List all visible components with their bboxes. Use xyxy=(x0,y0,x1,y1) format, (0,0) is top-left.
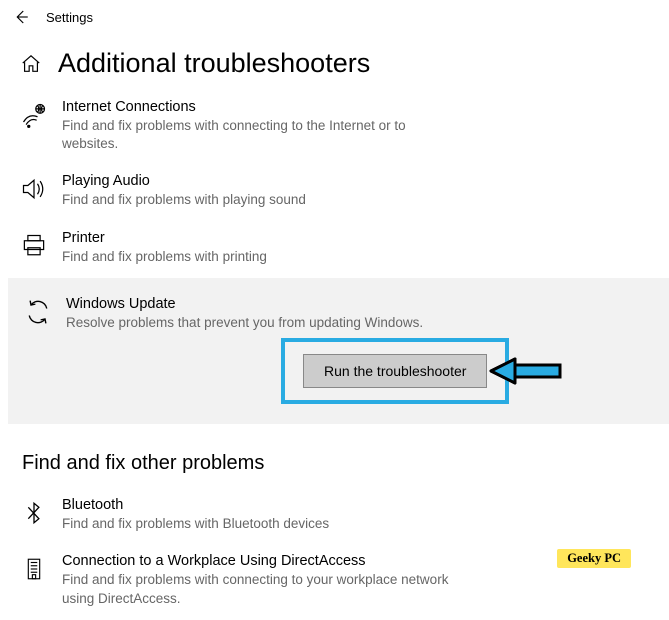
troubleshooter-text: Connection to a Workplace Using DirectAc… xyxy=(62,553,452,607)
troubleshooter-desc: Find and fix problems with playing sound xyxy=(62,191,306,209)
troubleshooter-desc: Find and fix problems with Bluetooth dev… xyxy=(62,515,329,533)
troubleshooter-title: Printer xyxy=(62,230,267,246)
settings-label: Settings xyxy=(46,10,93,25)
bluetooth-icon xyxy=(20,499,48,527)
troubleshooter-text: Bluetooth Find and fix problems with Blu… xyxy=(62,497,329,533)
troubleshooter-desc: Find and fix problems with printing xyxy=(62,248,267,266)
troubleshooter-windows-update[interactable]: Windows Update Resolve problems that pre… xyxy=(16,288,649,338)
watermark-badge: Geeky PC xyxy=(557,549,631,568)
page-title: Additional troubleshooters xyxy=(58,48,370,79)
section-other-problems-header: Find and fix other problems xyxy=(0,424,669,489)
troubleshooter-desc: Find and fix problems with connecting to… xyxy=(62,117,452,153)
troubleshooter-printer[interactable]: Printer Find and fix problems with print… xyxy=(12,222,657,278)
troubleshooter-internet-connections[interactable]: Internet Connections Find and fix proble… xyxy=(12,91,657,165)
wifi-globe-icon xyxy=(20,101,48,129)
troubleshooters-list: Internet Connections Find and fix proble… xyxy=(0,91,669,424)
troubleshooter-title: Bluetooth xyxy=(62,497,329,513)
title-row: Additional troubleshooters xyxy=(0,34,669,91)
run-troubleshooter-button[interactable]: Run the troubleshooter xyxy=(303,354,487,388)
troubleshooter-text: Internet Connections Find and fix proble… xyxy=(62,99,452,153)
troubleshooter-text: Playing Audio Find and fix problems with… xyxy=(62,173,306,209)
highlight-box: Run the troubleshooter xyxy=(281,338,509,404)
troubleshooter-desc: Find and fix problems with connecting to… xyxy=(62,571,452,607)
back-arrow-icon[interactable] xyxy=(12,8,30,26)
troubleshooter-text: Windows Update Resolve problems that pre… xyxy=(66,296,423,332)
building-icon xyxy=(20,555,48,583)
sync-arrows-icon xyxy=(24,298,52,326)
troubleshooter-title: Windows Update xyxy=(66,296,423,312)
troubleshooter-title: Playing Audio xyxy=(62,173,306,189)
troubleshooter-playing-audio[interactable]: Playing Audio Find and fix problems with… xyxy=(12,165,657,221)
troubleshooter-title: Connection to a Workplace Using DirectAc… xyxy=(62,553,452,569)
troubleshooter-bluetooth[interactable]: Bluetooth Find and fix problems with Blu… xyxy=(12,489,657,545)
troubleshooter-text: Printer Find and fix problems with print… xyxy=(62,230,267,266)
troubleshooter-selected-region: Windows Update Resolve problems that pre… xyxy=(8,278,669,424)
troubleshooter-title: Internet Connections xyxy=(62,99,452,115)
home-icon[interactable] xyxy=(20,53,42,75)
printer-icon xyxy=(20,232,48,260)
troubleshooter-desc: Resolve problems that prevent you from u… xyxy=(66,314,423,332)
speaker-icon xyxy=(20,175,48,203)
header-bar: Settings xyxy=(0,0,669,34)
